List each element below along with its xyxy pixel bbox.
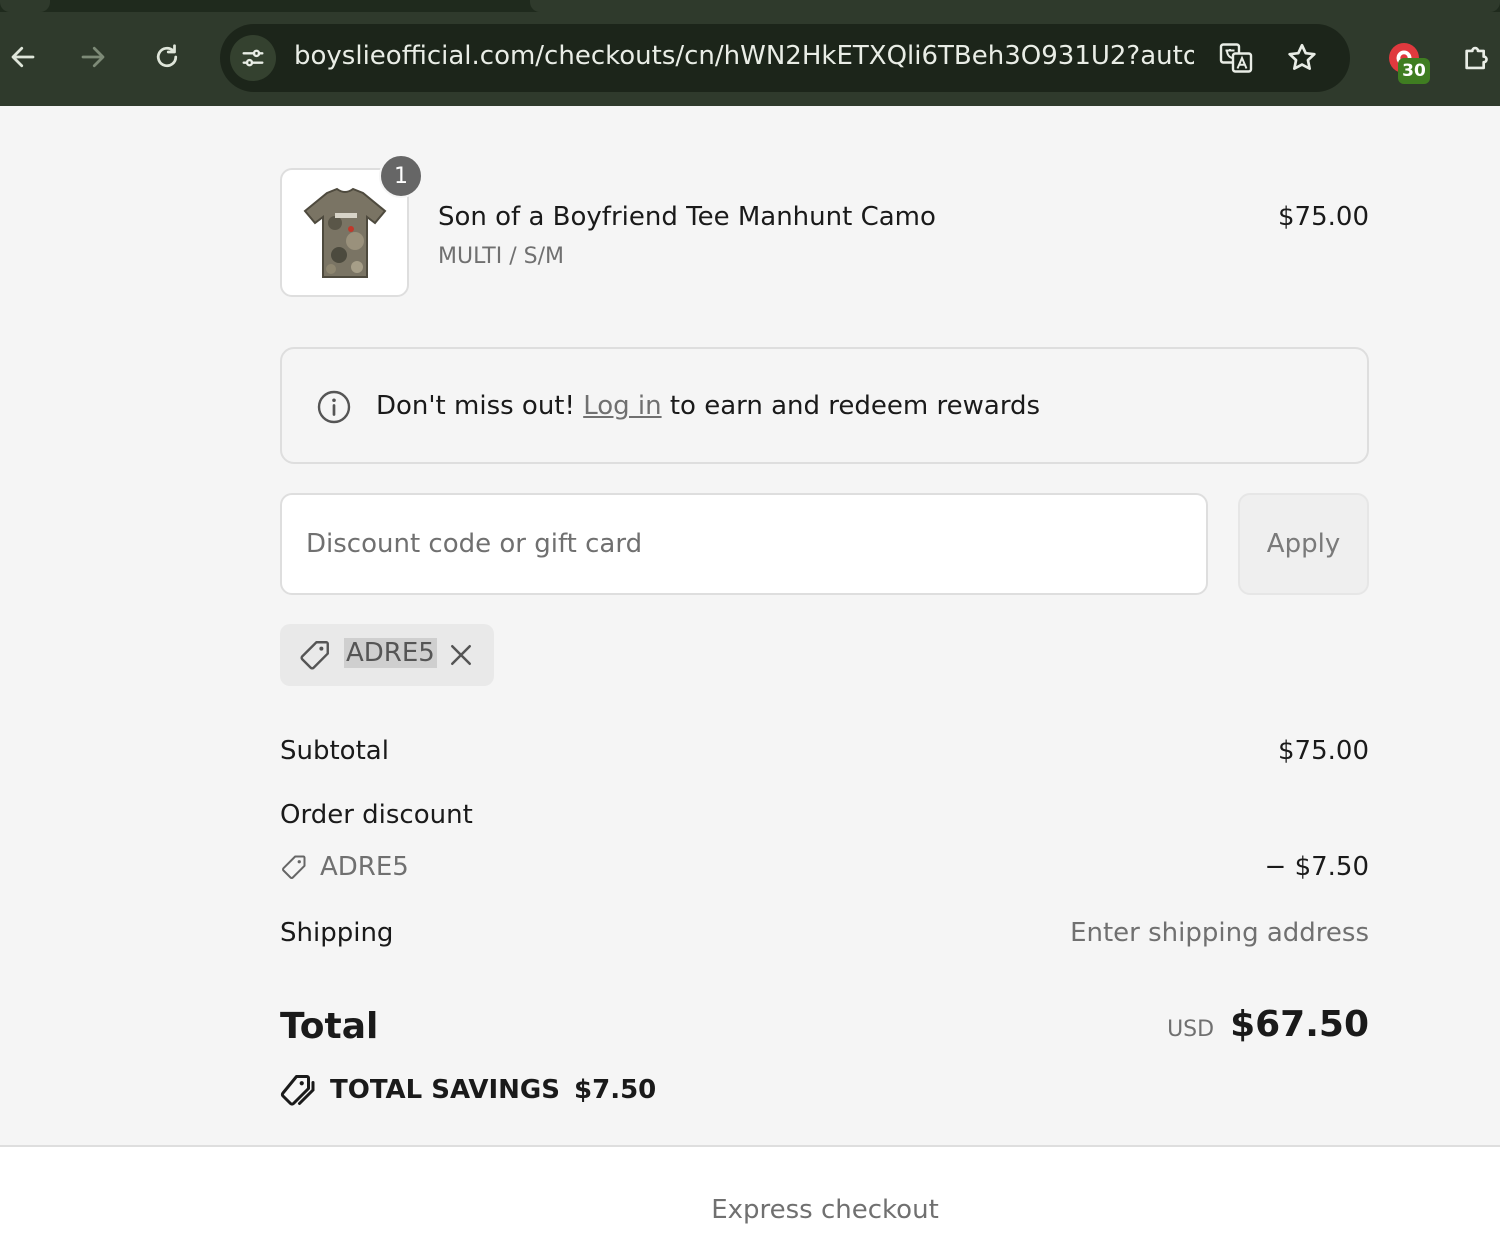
extension-badge: 30 bbox=[1398, 58, 1430, 84]
product-name: Son of a Boyfriend Tee Manhunt Camo bbox=[438, 202, 936, 232]
camo-tee-image bbox=[303, 187, 386, 278]
reload-icon[interactable] bbox=[146, 36, 188, 78]
express-checkout-heading: Express checkout bbox=[711, 1195, 939, 1225]
total-amount: $67.50 bbox=[1230, 1004, 1369, 1045]
info-icon bbox=[317, 390, 351, 424]
quantity-badge: 1 bbox=[379, 154, 423, 198]
forward-arrow-icon[interactable] bbox=[72, 36, 114, 78]
rewards-banner: Don't miss out! Log in to earn and redee… bbox=[280, 347, 1369, 464]
tag-icon bbox=[300, 641, 329, 670]
tag-icon bbox=[282, 855, 306, 879]
savings-tag-icon bbox=[280, 1075, 315, 1106]
order-discount-label: Order discount bbox=[280, 800, 473, 830]
order-discount-value: − $7.50 bbox=[1264, 852, 1369, 882]
close-icon[interactable] bbox=[446, 640, 476, 670]
tab-strip bbox=[0, 0, 1500, 12]
rewards-prefix: Don't miss out! bbox=[376, 391, 584, 421]
rewards-message: Don't miss out! Log in to earn and redee… bbox=[376, 391, 1040, 421]
bookmark-star-icon[interactable] bbox=[1282, 38, 1322, 78]
discount-code-input[interactable] bbox=[280, 493, 1208, 595]
back-arrow-icon[interactable] bbox=[2, 36, 44, 78]
total-currency: USD bbox=[1167, 1017, 1215, 1042]
subtotal-value: $75.00 bbox=[1278, 736, 1369, 766]
shipping-label: Shipping bbox=[280, 918, 394, 948]
url-text[interactable]: boyslieofficial.com/checkouts/cn/hWN2HkE… bbox=[294, 41, 1194, 71]
shipping-value: Enter shipping address bbox=[1070, 918, 1369, 948]
total-savings: TOTAL SAVINGS $7.50 bbox=[280, 1072, 656, 1108]
savings-label: TOTAL SAVINGS bbox=[330, 1075, 561, 1105]
applied-code: ADRE5 bbox=[344, 638, 437, 668]
browser-toolbar: boyslieofficial.com/checkouts/cn/hWN2HkE… bbox=[0, 0, 1500, 106]
express-checkout-section: Express checkout bbox=[0, 1147, 1500, 1235]
product-price: $75.00 bbox=[1278, 202, 1369, 232]
total-label: Total bbox=[280, 1006, 379, 1047]
apply-button[interactable]: Apply bbox=[1238, 493, 1369, 595]
order-summary: 1 Son of a Boyfriend Tee Manhunt Camo MU… bbox=[280, 106, 1369, 1146]
active-tab-edge[interactable] bbox=[530, 0, 1500, 12]
translate-icon[interactable] bbox=[1216, 38, 1256, 78]
order-discount-code: ADRE5 bbox=[280, 852, 409, 882]
login-link[interactable]: Log in bbox=[583, 391, 661, 421]
rewards-suffix: to earn and redeem rewards bbox=[661, 391, 1041, 421]
order-discount-code-text: ADRE5 bbox=[320, 852, 409, 882]
subtotal-label: Subtotal bbox=[280, 736, 389, 766]
puzzle-extensions-icon[interactable] bbox=[1458, 38, 1498, 78]
address-bar[interactable]: boyslieofficial.com/checkouts/cn/hWN2HkE… bbox=[220, 24, 1350, 92]
tab-edge[interactable] bbox=[0, 0, 50, 12]
savings-value: $7.50 bbox=[574, 1075, 657, 1105]
total-value-group: USD $67.50 bbox=[1167, 1004, 1369, 1045]
site-info-icon[interactable] bbox=[230, 35, 276, 81]
product-variant: MULTI / S/M bbox=[438, 244, 564, 269]
applied-discount-chip: ADRE5 bbox=[280, 624, 494, 686]
